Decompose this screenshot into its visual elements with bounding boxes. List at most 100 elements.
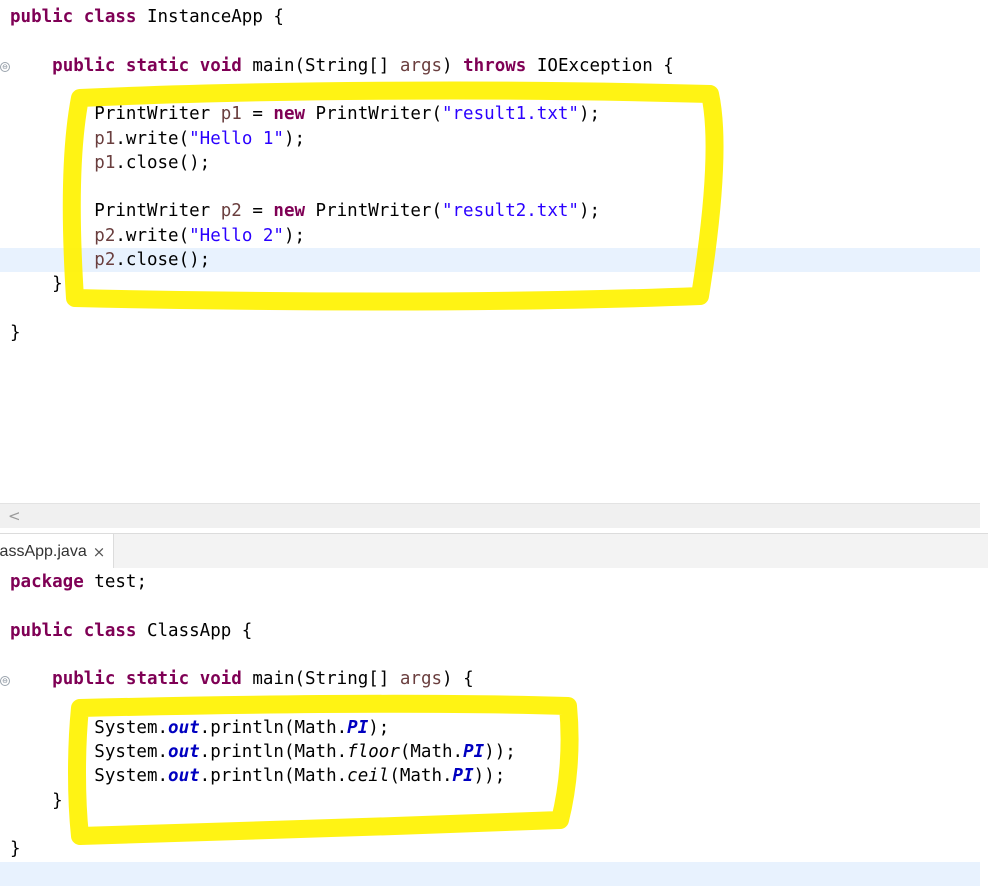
code-text: } — [10, 789, 63, 813]
tab-classapp-java[interactable]: lassApp.java × — [0, 534, 115, 569]
code-token: ceil — [347, 766, 390, 787]
code-token: PI — [463, 742, 485, 763]
code-text: } — [10, 272, 63, 296]
code-token: } — [10, 274, 63, 295]
code-text: public static void main(String[] args) { — [10, 667, 474, 691]
code-token: args — [399, 55, 443, 76]
code-line[interactable]: PrintWriter p1 = new PrintWriter("result… — [0, 102, 980, 126]
code-line[interactable]: public class ClassApp { — [0, 619, 980, 643]
code-token: args — [399, 669, 443, 690]
code-line[interactable] — [0, 813, 980, 837]
editor-top[interactable]: public class InstanceApp { public static… — [0, 0, 988, 503]
horizontal-scrollbar[interactable]: < — [0, 503, 980, 528]
code-line[interactable] — [0, 594, 980, 618]
code-line[interactable]: public class InstanceApp { — [0, 5, 980, 29]
code-line[interactable]: System.out.println(Math.floor(Math.PI)); — [0, 740, 980, 764]
fold-toggle-icon[interactable]: ⊖ — [0, 62, 10, 72]
code-token: out — [168, 717, 200, 738]
code-token: System. — [10, 766, 169, 787]
code-token: void — [199, 669, 242, 690]
code-text: package test; — [10, 570, 147, 594]
code-text: System.out.println(Math.floor(Math.PI)); — [10, 740, 516, 764]
code-token: class — [83, 620, 137, 641]
code-token: p2 — [94, 250, 116, 270]
code-token: public — [10, 620, 74, 641]
code-line[interactable] — [0, 692, 980, 716]
code-line[interactable] — [0, 175, 980, 199]
code-token: "result2.txt" — [441, 201, 579, 222]
code-token: public — [52, 55, 116, 76]
fold-toggle-icon[interactable]: ⊖ — [0, 676, 10, 686]
code-line[interactable]: } — [0, 837, 980, 861]
code-line[interactable] — [0, 78, 980, 102]
code-token: floor — [347, 742, 400, 763]
code-token: ); — [578, 104, 601, 125]
code-token: p2 — [220, 201, 242, 222]
code-line[interactable]: } — [0, 789, 980, 813]
code-token: "Hello 1" — [189, 128, 284, 149]
code-line[interactable]: PrintWriter p2 = new PrintWriter("result… — [0, 199, 980, 223]
code-line[interactable]: p2.close(); — [0, 248, 980, 272]
code-token: p1 — [94, 152, 116, 173]
code-line[interactable] — [0, 861, 980, 886]
code-token: .println(Math. — [199, 766, 348, 787]
code-token: static — [125, 669, 190, 690]
code-token: package — [10, 572, 84, 592]
code-line[interactable]: System.out.println(Math.ceil(Math.PI)); — [0, 764, 980, 788]
code-token: } — [10, 790, 63, 811]
code-line[interactable]: package test; — [0, 570, 980, 594]
code-token: throws — [463, 55, 527, 76]
scroll-left-arrow-icon[interactable]: < — [8, 507, 21, 525]
code-token: p1 — [220, 104, 242, 125]
code-line[interactable]: } — [0, 321, 980, 345]
code-line[interactable]: } — [0, 272, 980, 296]
code-text: p2.close(); — [10, 248, 210, 272]
code-line[interactable] — [0, 29, 980, 53]
code-token: System. — [10, 717, 169, 738]
code-token: ); — [368, 717, 390, 738]
code-token: ClassApp { — [136, 620, 253, 641]
code-token: PI — [452, 766, 474, 787]
code-text: PrintWriter p2 = new PrintWriter("result… — [10, 199, 600, 223]
code-text: public class InstanceApp { — [10, 5, 284, 29]
code-token: "result1.txt" — [441, 104, 579, 125]
code-text: PrintWriter p1 = new PrintWriter("result… — [10, 102, 600, 126]
code-line[interactable]: System.out.println(Math.PI); — [0, 716, 980, 740]
code-token: public — [52, 669, 116, 690]
code-token: static — [125, 55, 190, 76]
code-token: new — [273, 201, 306, 222]
code-line[interactable]: public static void main(String[] args) t… — [0, 54, 980, 78]
code-token: ) — [442, 55, 464, 76]
code-text: public static void main(String[] args) t… — [10, 54, 674, 78]
code-token: .write( — [115, 225, 190, 246]
code-token: = — [241, 201, 274, 222]
code-token: .close(); — [115, 250, 211, 270]
code-token: main(String[] — [241, 55, 400, 76]
code-token: ); — [283, 128, 306, 149]
code-token: ); — [283, 225, 306, 246]
code-token: .write( — [115, 128, 190, 149]
code-token: "Hello 2" — [189, 225, 284, 246]
code-line[interactable] — [0, 297, 980, 321]
code-text: p2.write("Hello 2"); — [10, 224, 305, 248]
code-token: out — [168, 742, 200, 763]
code-line[interactable]: p1.write("Hello 1"); — [0, 127, 980, 151]
code-token: IOException { — [526, 55, 674, 76]
code-line[interactable]: p1.close(); — [0, 151, 980, 175]
code-line[interactable]: p2.write("Hello 2"); — [0, 224, 980, 248]
editor-bottom[interactable]: package test; public class ClassApp { pub… — [0, 568, 988, 893]
code-token: )); — [484, 742, 516, 763]
tab-label: lassApp.java — [0, 542, 87, 560]
code-token: ); — [578, 201, 601, 222]
code-text: public class ClassApp { — [10, 619, 252, 643]
code-token: test; — [83, 572, 147, 592]
code-line[interactable] — [0, 643, 980, 667]
code-line[interactable]: public static void main(String[] args) { — [0, 667, 980, 691]
close-icon[interactable]: × — [93, 543, 106, 561]
code-text: } — [10, 321, 21, 345]
